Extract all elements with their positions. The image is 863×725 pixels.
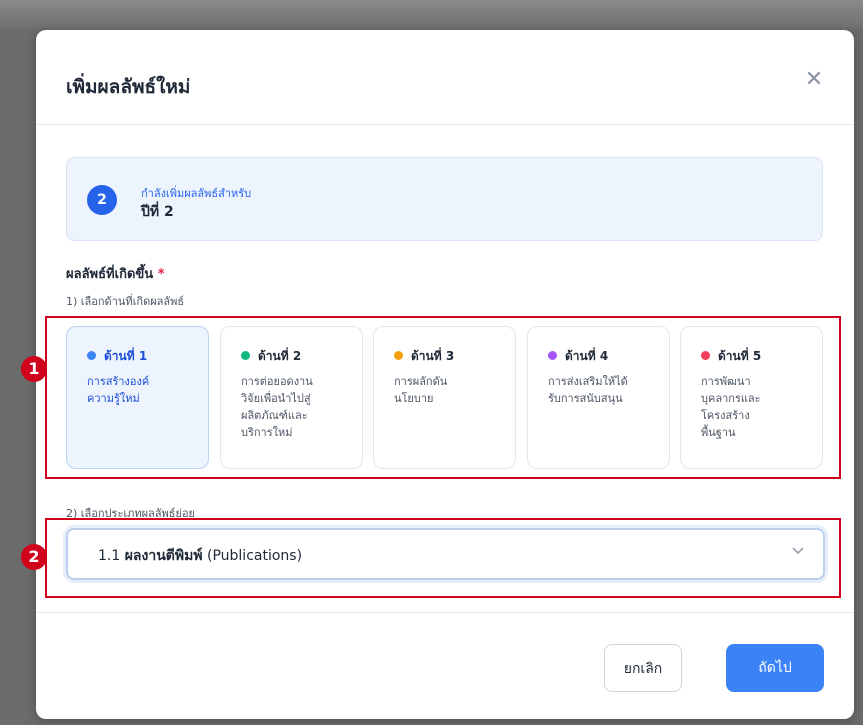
footer-divider xyxy=(36,612,854,613)
cancel-button[interactable]: ยกเลิก xyxy=(604,644,682,692)
annotation-number-1: 1 xyxy=(21,356,47,382)
dialog-header: เพิ่มผลลัพธ์ใหม่ ✕ xyxy=(36,30,854,125)
annotation-number-2: 2 xyxy=(21,544,47,570)
annotation-box-2 xyxy=(45,518,841,598)
year-badge: 2 xyxy=(87,185,117,215)
next-button[interactable]: ถัดไป xyxy=(726,644,824,692)
dialog-title: เพิ่มผลลัพธ์ใหม่ xyxy=(66,76,191,98)
required-mark: * xyxy=(157,267,165,282)
outcome-section-text: ผลลัพธ์ที่เกิดขึ้น xyxy=(66,267,154,282)
step1-label: 1) เลือกด้านที่เกิดผลลัพธ์ xyxy=(66,295,185,308)
annotation-box-1 xyxy=(45,316,841,479)
page-backdrop xyxy=(0,0,863,30)
close-icon[interactable]: ✕ xyxy=(802,68,826,92)
year-info-box: 2 กำลังเพิ่มผลลัพธ์สำหรับ ปีที่ 2 xyxy=(66,157,823,241)
outcome-section-label: ผลลัพธ์ที่เกิดขึ้น * xyxy=(66,263,165,284)
year-subtitle: กำลังเพิ่มผลลัพธ์สำหรับ xyxy=(141,187,252,200)
year-value: ปีที่ 2 xyxy=(141,204,174,220)
